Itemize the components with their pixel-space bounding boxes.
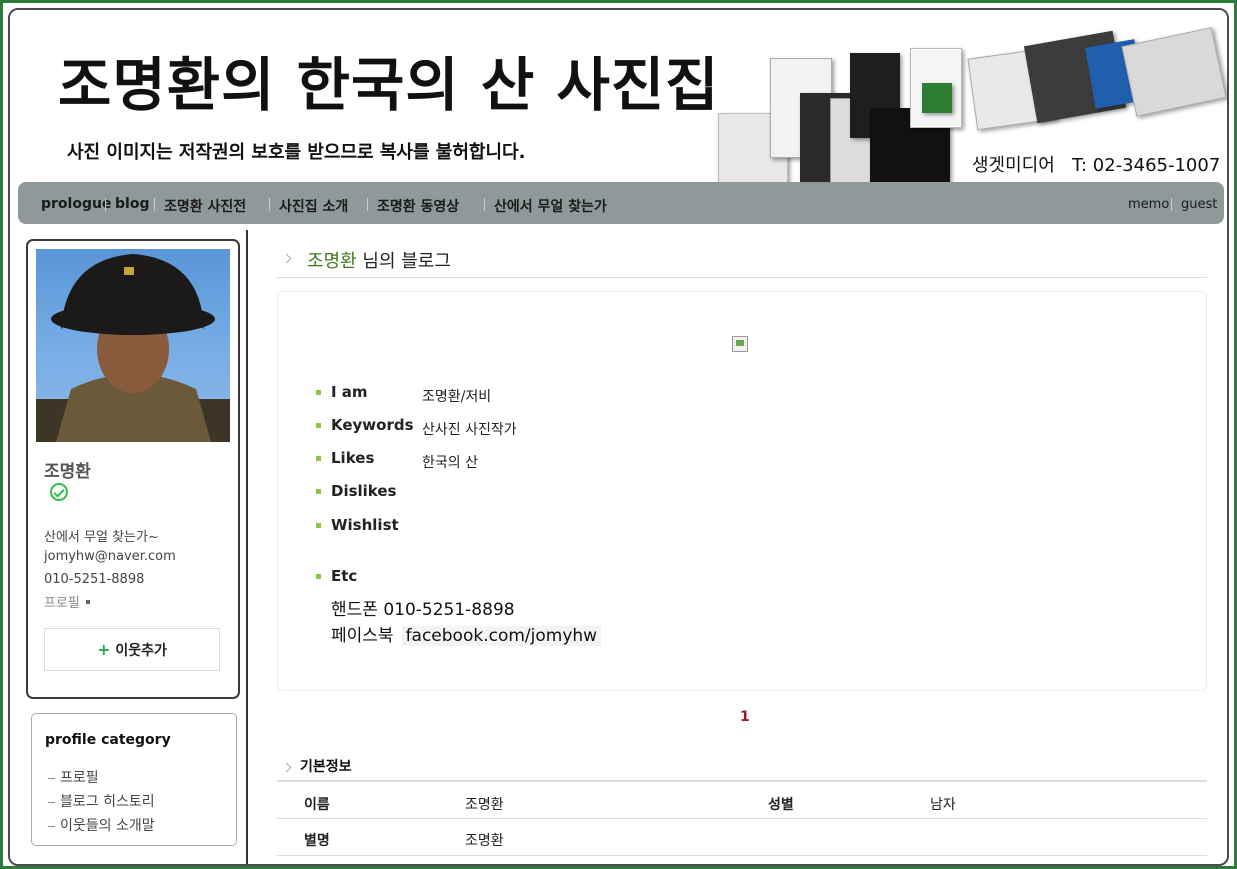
- info-value-keywords: 산사진 사진작가: [422, 422, 517, 438]
- nav-guest[interactable]: guest: [1181, 197, 1217, 212]
- profile-email: jomyhw@naver.com: [44, 549, 176, 564]
- basic-nickname-label: 별명: [304, 833, 330, 849]
- info-bullet-icon: [316, 523, 321, 528]
- nav-blog[interactable]: blog: [115, 196, 149, 212]
- add-neighbor-button[interactable]: + 이웃추가: [44, 628, 220, 671]
- profile-link[interactable]: 프로필: [44, 592, 80, 611]
- nav-exhibition[interactable]: 조명환 사진전: [164, 196, 246, 216]
- profile-category-box: profile category 프로필 블로그 히스토리 이웃들의 소개말: [31, 713, 237, 846]
- basic-info-title: 기본정보: [300, 759, 352, 775]
- blog-owner-title: 조명환 님의 블로그: [307, 251, 451, 272]
- top-nav: prologue blog 조명환 사진전 사진집 소개 조명환 동영상 산에서…: [18, 182, 1224, 224]
- basic-info-divider: [277, 780, 1207, 782]
- basic-name-label: 이름: [304, 797, 330, 813]
- category-item-history[interactable]: 블로그 히스토리: [48, 791, 155, 811]
- nav-video[interactable]: 조명환 동영상: [377, 196, 459, 216]
- info-label-dislikes: Dislikes: [331, 482, 397, 500]
- blog-header: 조명환의 한국의 산 사진집 사진 이미지는 저작권의 보호를 받으므로 복사를…: [10, 10, 1227, 190]
- chevron-right-icon: [281, 253, 292, 264]
- basic-gender-label: 성별: [768, 797, 794, 813]
- profile-nickname: 조명환: [44, 462, 91, 482]
- info-bullet-icon: [316, 423, 321, 428]
- info-label-iam: I am: [331, 383, 368, 401]
- etc-phone-line: 핸드폰 010-5251-8898: [331, 600, 515, 620]
- basic-name-value: 조명환: [465, 797, 504, 813]
- category-item-profile[interactable]: 프로필: [48, 767, 99, 787]
- info-value-iam: 조명환/저비: [422, 389, 492, 405]
- profile-box: 조명환 산에서 무얼 찾는가~ jomyhw@naver.com 010-525…: [26, 239, 240, 699]
- info-label-keywords: Keywords: [331, 416, 414, 434]
- info-value-likes: 한국의 산: [422, 455, 478, 471]
- nav-memo[interactable]: memo: [1128, 197, 1169, 212]
- info-label-likes: Likes: [331, 449, 375, 467]
- plus-icon: +: [97, 640, 111, 659]
- title-divider: [277, 277, 1207, 278]
- table-row-divider: [277, 818, 1207, 819]
- blog-container: 조명환의 한국의 산 사진집 사진 이미지는 저작권의 보호를 받으므로 복사를…: [8, 8, 1229, 866]
- info-label-wishlist: Wishlist: [331, 516, 399, 534]
- publisher-contact: 생겟미디어 T: 02-3465-1007: [972, 155, 1221, 176]
- profile-photo: [36, 249, 230, 442]
- blog-banner-title: 조명환의 한국의 산 사진집: [58, 51, 720, 119]
- page-frame: 조명환의 한국의 산 사진집 사진 이미지는 저작권의 보호를 받으므로 복사를…: [0, 0, 1237, 869]
- table-row-divider: [277, 855, 1207, 856]
- nav-photobook-intro[interactable]: 사진집 소개: [279, 196, 348, 216]
- basic-gender-value: 남자: [930, 797, 956, 813]
- category-title: profile category: [45, 732, 171, 748]
- dropdown-bullet-icon: [86, 600, 90, 604]
- chevron-right-icon: [281, 762, 292, 773]
- profile-info-card: I am 조명환/저비 Keywords 산사진 사진작가 Likes 한국의 …: [277, 291, 1207, 691]
- info-bullet-icon: [316, 574, 321, 579]
- nav-prologue[interactable]: prologue: [41, 196, 111, 212]
- info-bullet-icon: [316, 489, 321, 494]
- info-bullet-icon: [316, 390, 321, 395]
- page-number-1[interactable]: 1: [740, 709, 750, 725]
- profile-tagline: 산에서 무얼 찾는가~: [44, 530, 159, 545]
- category-item-neighbor-intro[interactable]: 이웃들의 소개말: [48, 815, 155, 835]
- nav-mountain[interactable]: 산에서 무얼 찾는가: [494, 196, 607, 216]
- copyright-notice: 사진 이미지는 저작권의 보호를 받으므로 복사를 불허합니다.: [67, 142, 526, 163]
- profile-phone: 010-5251-8898: [44, 572, 145, 587]
- verified-check-icon: [50, 483, 68, 501]
- etc-facebook-line: 페이스북 facebook.com/jomyhw: [331, 621, 602, 646]
- info-label-etc: Etc: [331, 567, 358, 585]
- basic-nickname-value: 조명환: [465, 833, 504, 849]
- broken-image-icon: [732, 336, 748, 352]
- add-neighbor-label: 이웃추가: [115, 643, 167, 659]
- info-bullet-icon: [316, 456, 321, 461]
- facebook-link[interactable]: facebook.com/jomyhw: [401, 626, 602, 646]
- sidebar-divider: [246, 230, 248, 864]
